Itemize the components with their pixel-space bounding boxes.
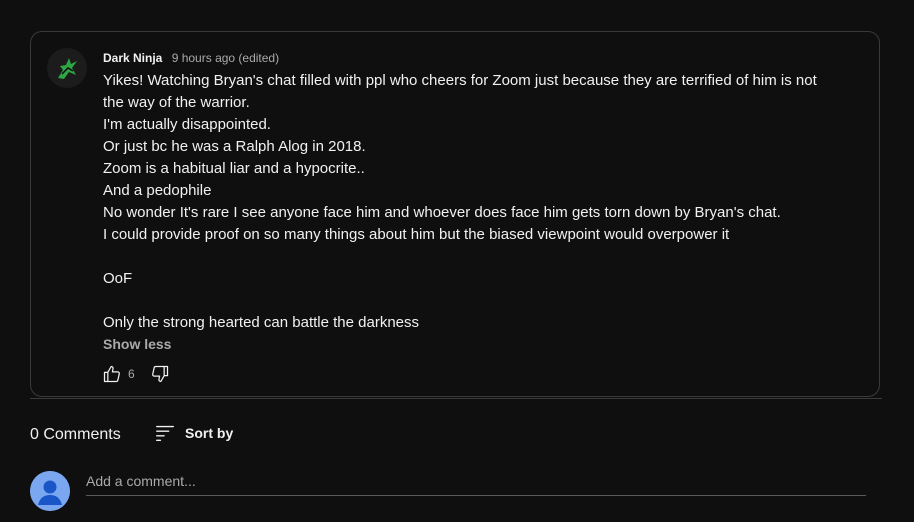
comment-line <box>103 290 873 312</box>
comment-actions: 6 <box>101 364 171 384</box>
comment-line: And a pedophile <box>103 182 212 199</box>
thumbs-down-icon <box>151 365 168 383</box>
sort-by-button[interactable]: Sort by <box>154 421 233 445</box>
comment-line: Zoom is a habitual liar and a hypocrite.… <box>103 160 365 177</box>
add-comment-input[interactable]: Add a comment... <box>86 471 866 496</box>
dislike-button[interactable] <box>149 363 171 385</box>
ninja-avatar-icon[interactable] <box>47 48 87 88</box>
like-count: 6 <box>128 367 135 381</box>
comment-header: Dark Ninja 9 hours ago (edited) <box>103 50 279 66</box>
comments-count: 0 Comments <box>30 426 121 443</box>
comment-timestamp[interactable]: 9 hours ago (edited) <box>172 51 279 65</box>
sort-lines-icon <box>156 425 174 442</box>
section-divider <box>30 398 882 399</box>
like-button[interactable] <box>101 363 123 385</box>
comment-line: OoF <box>103 270 133 287</box>
thumbs-up-icon <box>103 365 120 383</box>
comment-line: Or just bc he was a Ralph Alog in 2018. <box>103 138 366 155</box>
comment-line: Only the strong hearted can battle the d… <box>103 314 420 331</box>
show-less-button[interactable]: Show less <box>103 335 171 353</box>
comment-body: Yikes! Watching Bryan's chat filled with… <box>103 70 873 334</box>
comment-line: the way of the warrior. <box>103 94 250 111</box>
comment-line: No wonder It's rare I see anyone face hi… <box>103 204 781 221</box>
comment-line: I'm actually disappointed. <box>103 116 271 133</box>
comment-line: I could provide proof on so many things … <box>103 226 730 243</box>
comment-line <box>103 246 873 268</box>
sort-by-label: Sort by <box>185 425 234 441</box>
user-avatar-icon[interactable] <box>30 471 70 511</box>
comment-card: Dark Ninja 9 hours ago (edited) Yikes! W… <box>30 31 880 397</box>
comment-author[interactable]: Dark Ninja <box>103 51 162 65</box>
comment-line: Yikes! Watching Bryan's chat filled with… <box>103 72 817 89</box>
